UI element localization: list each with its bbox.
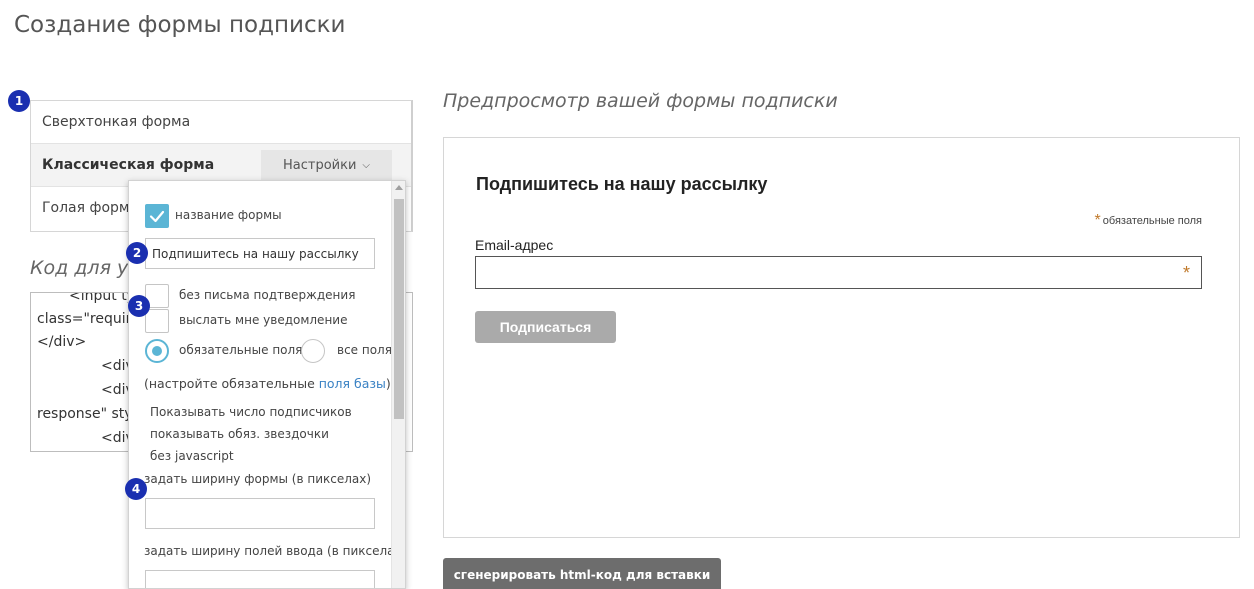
form-type-ultrathin[interactable]: Сверхтонкая форма: [31, 101, 411, 144]
step-badge-1: 1: [8, 90, 30, 112]
db-fields-link[interactable]: поля базы: [319, 376, 386, 391]
no-js-option[interactable]: без javascript: [150, 449, 234, 463]
code-line: class="requir: [37, 311, 132, 327]
page-title: Создание формы подписки: [14, 12, 346, 38]
all-fields-radio[interactable]: [301, 339, 325, 363]
step-badge-3: 3: [128, 295, 150, 317]
required-fields-label: обязательные поля: [179, 343, 303, 357]
notify-me-checkbox[interactable]: [145, 309, 169, 333]
form-width-input[interactable]: [145, 498, 375, 529]
notify-me-label: выслать мне уведомление: [179, 313, 348, 327]
chevron-down-icon: ⌵: [362, 160, 370, 171]
code-heading: Код для ус: [30, 257, 139, 279]
show-subscribers-option[interactable]: Показывать число подписчиков: [150, 405, 352, 419]
scrollbar-thumb[interactable]: [394, 199, 404, 419]
required-star-icon: *: [1182, 263, 1190, 283]
code-line: </div>: [37, 334, 87, 350]
required-fields-radio[interactable]: [145, 339, 169, 363]
preview-form-title: Подпишитесь на нашу рассылку: [476, 174, 768, 194]
settings-button[interactable]: Настройки ⌵: [261, 150, 392, 182]
form-name-input[interactable]: [145, 238, 375, 269]
show-stars-option[interactable]: показывать обяз. звездочки: [150, 427, 329, 441]
required-note: * обязательные поля: [1094, 212, 1202, 229]
email-label: Email-адрес: [475, 237, 554, 253]
email-input[interactable]: *: [475, 256, 1202, 289]
configure-note: (настройте обязательные поля базы): [144, 376, 391, 391]
required-star-icon: *: [1094, 212, 1101, 229]
scroll-up-arrow-icon[interactable]: [395, 185, 403, 190]
all-fields-label: все поля: [337, 343, 392, 357]
input-width-input[interactable]: [145, 570, 375, 588]
code-line: <input ty: [69, 292, 135, 304]
panel-scrollbar[interactable]: [391, 181, 405, 588]
subscribe-button[interactable]: Подписаться: [475, 311, 616, 343]
generate-html-button[interactable]: сгенерировать html-код для вставки: [443, 558, 721, 589]
preview-box: Подпишитесь на нашу рассылку * обязательн…: [443, 137, 1240, 538]
no-confirm-label: без письма подтверждения: [179, 288, 356, 302]
form-width-label: задать ширину формы (в пикселах): [144, 472, 372, 486]
step-badge-4: 4: [125, 478, 147, 500]
input-width-label: задать ширину полей ввода (в пикселах): [144, 544, 406, 558]
code-line: response" sty: [37, 406, 133, 422]
step-badge-2: 2: [126, 242, 148, 264]
check-icon: [149, 210, 165, 223]
preview-heading: Предпросмотр вашей формы подписки: [443, 90, 838, 112]
settings-button-label: Настройки: [282, 158, 357, 173]
form-type-classic-label: Классическая форма: [42, 157, 215, 173]
form-name-checkbox[interactable]: [145, 204, 169, 228]
settings-panel: название формы без письма подтверждения …: [128, 180, 406, 589]
form-name-label: название формы: [175, 208, 282, 222]
